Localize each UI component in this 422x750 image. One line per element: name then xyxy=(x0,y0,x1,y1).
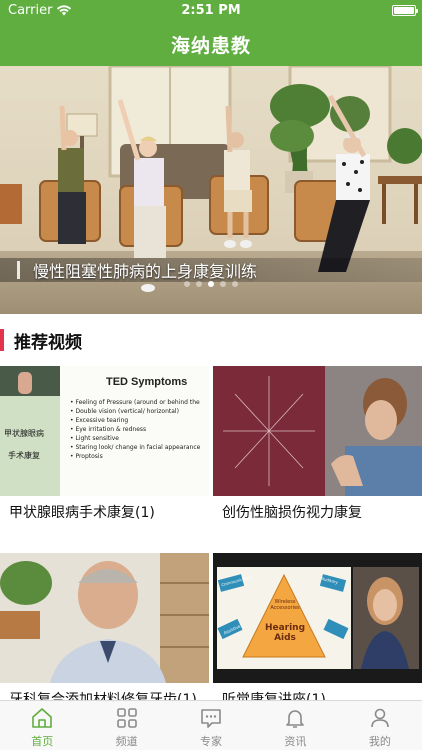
video-card[interactable]: Hearing Aids Wireless Accessories Commun… xyxy=(213,553,422,708)
video-thumbnail xyxy=(213,366,422,496)
slide-bullet: • Excessive tearing xyxy=(70,417,129,424)
carousel-dot[interactable] xyxy=(220,281,226,287)
thumb-slide-heading: TED Symptoms xyxy=(106,376,188,388)
slide-bullet: • Staring look/ change in facial appeara… xyxy=(70,444,201,451)
thumb-pyramid-top: Hearing Aids xyxy=(264,623,306,643)
slide-bullet: • Eye irritation & redness xyxy=(70,426,147,433)
slide-bullet: • Feeling of Pressure (around or behind … xyxy=(70,399,200,406)
video-thumbnail xyxy=(0,553,209,683)
page-title: 海纳患教 xyxy=(170,34,251,57)
video-title: 创伤性脑损伤视力康复 xyxy=(222,505,362,521)
thumb-image xyxy=(0,553,209,683)
thumb-pyramid-label-a: Wireless Accessories xyxy=(270,599,300,611)
tab-bar: 首页 频道 专家 资讯 我的 xyxy=(0,700,422,750)
banner-carousel[interactable]: 慢性阻塞性肺病的上身康复训练 xyxy=(0,66,422,314)
tab-profile-label: 我的 xyxy=(368,735,391,748)
tab-news[interactable]: 资讯 xyxy=(253,701,337,750)
thumb-slide-bullets: • Feeling of Pressure (around or behind … xyxy=(70,398,209,461)
tab-experts-label: 专家 xyxy=(200,735,223,748)
caption-bar xyxy=(17,261,20,279)
thumb-image xyxy=(213,553,422,683)
section-header: 推荐视频 xyxy=(0,326,422,354)
tab-news-label: 资讯 xyxy=(284,735,307,748)
battery-icon xyxy=(392,5,418,16)
carousel-dot[interactable] xyxy=(208,281,214,287)
banner-caption: 慢性阻塞性肺病的上身康复训练 xyxy=(0,258,422,282)
tab-profile[interactable]: 我的 xyxy=(338,701,422,750)
tab-home[interactable]: 首页 xyxy=(0,701,84,750)
experts-icon xyxy=(201,709,221,728)
home-icon xyxy=(32,708,53,728)
status-bar: Carrier 2:51 PM xyxy=(0,0,422,22)
video-thumbnail: 甲状腺眼病 手术康复 TED Symptoms • Feeling of Pre… xyxy=(0,366,209,496)
tab-experts[interactable]: 专家 xyxy=(169,701,253,750)
news-icon xyxy=(286,710,305,728)
thumb-side-text-1: 甲状腺眼病 xyxy=(4,429,44,438)
slide-bullet: • Light sensitive xyxy=(70,435,120,442)
video-title: 甲状腺眼病手术康复(1) xyxy=(9,505,155,521)
thumb-side-text-2: 手术康复 xyxy=(8,451,40,460)
section-title: 推荐视频 xyxy=(14,332,82,353)
tab-home-label: 首页 xyxy=(31,735,54,748)
banner-caption-text: 慢性阻塞性肺病的上身康复训练 xyxy=(33,262,258,281)
tab-channels-label: 频道 xyxy=(115,735,138,748)
slide-bullet: • Proptosis xyxy=(70,453,103,460)
carousel-dot[interactable] xyxy=(196,281,202,287)
channels-icon xyxy=(116,708,137,728)
thumb-image xyxy=(213,366,422,496)
profile-icon xyxy=(371,708,389,728)
carousel-dots xyxy=(0,281,422,287)
carousel-dot[interactable] xyxy=(232,281,238,287)
tab-channels[interactable]: 频道 xyxy=(84,701,168,750)
slide-bullet: • Double vision (vertical/ horizontal) xyxy=(70,408,179,415)
section-accent-bar xyxy=(0,329,4,351)
video-card[interactable]: 甲状腺眼病 手术康复 TED Symptoms • Feeling of Pre… xyxy=(0,366,209,541)
video-thumbnail: Hearing Aids Wireless Accessories Commun… xyxy=(213,553,422,683)
video-card[interactable]: 牙科复合添加材料修复牙齿(1) xyxy=(0,553,209,708)
carousel-dot[interactable] xyxy=(184,281,190,287)
video-card[interactable]: 创伤性脑损伤视力康复 xyxy=(213,366,422,541)
status-time: 2:51 PM xyxy=(181,3,241,18)
nav-bar: 海纳患教 xyxy=(0,22,422,66)
